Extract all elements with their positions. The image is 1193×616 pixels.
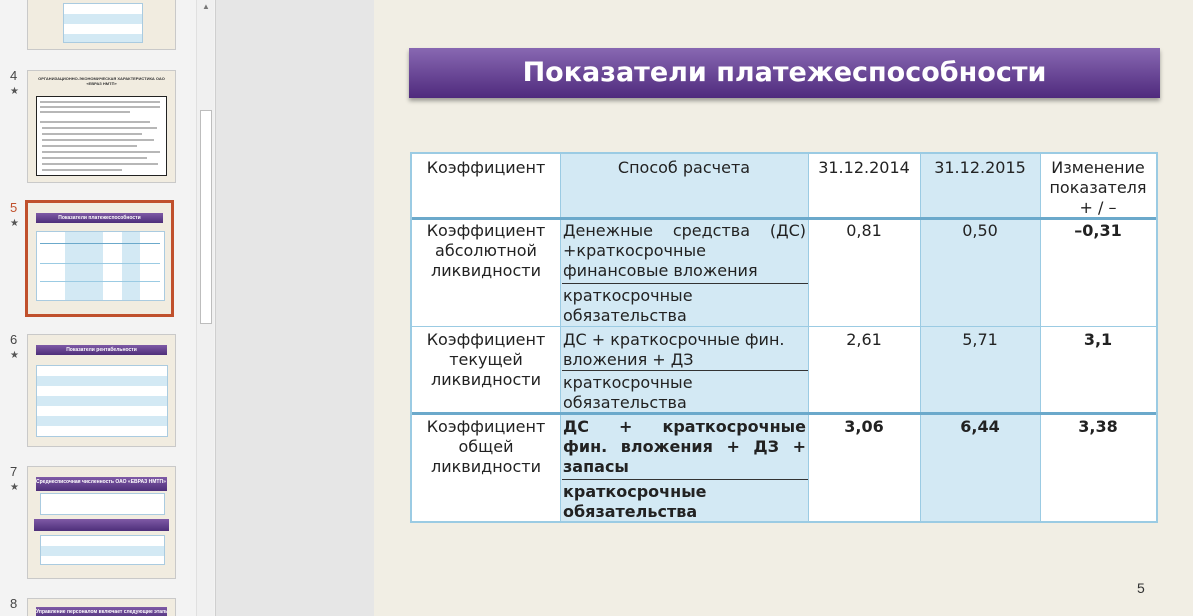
mini-table [40, 535, 165, 565]
slide-thumbnail-4[interactable]: ОРГАНИЗАЦИОННО-ЭКОНОМИЧЕСКАЯ ХАРАКТЕРИСТ… [27, 70, 176, 183]
text-line [42, 139, 154, 141]
value-2015: 0,50 [962, 221, 998, 240]
scrollbar-thumb[interactable] [200, 110, 212, 324]
animation-star-icon: ★ [10, 86, 19, 97]
text-line [42, 157, 147, 159]
formula-denominator: краткосрочные обязательства [563, 286, 693, 325]
row-divider [412, 326, 1156, 327]
thumbnail-title: Показатели платежеспособности [36, 213, 163, 223]
formula-numerator: Денежные средства (ДС) +краткосрочные фи… [563, 221, 806, 280]
slide-thumbnail-pane: 4 ★ ОРГАНИЗАЦИОННО-ЭКОНОМИЧЕСКАЯ ХАРАКТЕ… [0, 0, 215, 616]
data-table[interactable]: Коэффициент Способ расчета 31.12.2014 31… [410, 152, 1158, 523]
thumbnail-number: 4 [10, 68, 18, 83]
formula-numerator: ДС + краткосрочные фин. вложения + ДЗ + … [563, 417, 806, 476]
value-2014: 3,06 [844, 417, 884, 436]
animation-star-icon: ★ [10, 218, 19, 229]
text-line [40, 101, 160, 103]
text-line [42, 133, 142, 135]
value-2014: 2,61 [846, 330, 882, 349]
fraction-line [562, 479, 808, 480]
row-name: Коэффициент общей ликвидности [426, 417, 546, 476]
text-line [40, 111, 130, 113]
thumbnail-title: ОРГАНИЗАЦИОННО-ЭКОНОМИЧЕСКАЯ ХАРАКТЕРИСТ… [38, 76, 165, 86]
text-line [40, 106, 160, 108]
text-line [42, 169, 122, 171]
powerpoint-editor: 4 ★ ОРГАНИЗАЦИОННО-ЭКОНОМИЧЕСКАЯ ХАРАКТЕ… [0, 0, 1193, 616]
row-name: Коэффициент текущей ликвидности [426, 330, 546, 389]
thumbnail-title: Показатели рентабельности [36, 345, 167, 355]
fraction-line [562, 283, 808, 284]
text-line [40, 281, 160, 282]
fraction-line [562, 370, 808, 371]
value-change: –0,31 [1074, 221, 1122, 240]
animation-star-icon: ★ [10, 350, 19, 361]
slide-canvas[interactable]: Показатели платежеспособности Коэффициен… [374, 0, 1193, 616]
slide-thumbnail-8[interactable]: Управление персоналом включает следующие… [27, 598, 176, 616]
text-line [42, 145, 137, 147]
scroll-up-arrow-icon[interactable]: ▲ [202, 2, 210, 11]
title-bar: Показатели платежеспособности [409, 48, 1160, 98]
value-change: 3,38 [1078, 417, 1118, 436]
text-line [42, 127, 157, 129]
value-2015: 5,71 [962, 330, 998, 349]
mini-table [40, 493, 165, 515]
mini-table [36, 365, 168, 437]
pane-divider [215, 0, 373, 616]
formula-denominator: краткосрочные обязательства [563, 373, 693, 412]
header-2015: 31.12.2015 [934, 158, 1026, 177]
animation-star-icon: ★ [10, 482, 19, 493]
header-change: Изменение показателя + / – [1049, 158, 1147, 217]
value-2015: 6,44 [960, 417, 1000, 436]
text-line [40, 243, 160, 244]
text-line [40, 121, 150, 123]
text-line [42, 163, 158, 165]
formula-denominator: краткосрочные обязательства [563, 482, 707, 521]
thumbnail-scrollbar[interactable]: ▲ [196, 0, 214, 616]
thumbnail-number: 5 [10, 200, 18, 215]
text-line [42, 151, 160, 153]
column-divider [560, 154, 561, 521]
slide-thumbnail-3[interactable] [27, 0, 176, 50]
header-method: Способ расчета [617, 158, 751, 177]
slide-thumbnail-6[interactable]: Показатели рентабельности [27, 334, 176, 447]
value-2014: 0,81 [846, 221, 882, 240]
mini-table [63, 3, 143, 43]
thumbnail-title: Среднесписочная численность ОАО «ЕВРАЗ Н… [36, 477, 167, 491]
slide-thumbnail-5[interactable]: Показатели платежеспособности [25, 200, 174, 317]
text-line [40, 263, 160, 264]
slide-number: 5 [1137, 580, 1145, 596]
thumbnail-number: 8 [10, 596, 18, 611]
header-coefficient: Коэффициент [426, 158, 546, 177]
formula-numerator: ДС + краткосрочные фин. вложения + ДЗ [563, 330, 785, 369]
mini-title-bar-2 [34, 519, 169, 531]
row-name: Коэффициент абсолютной ликвидности [426, 221, 546, 280]
header-2014: 31.12.2014 [818, 158, 910, 177]
thumbnail-title: Управление персоналом включает следующие… [36, 607, 167, 616]
thumbnail-number: 7 [10, 464, 18, 479]
thumbnail-number: 6 [10, 332, 18, 347]
slide-thumbnail-7[interactable]: Среднесписочная численность ОАО «ЕВРАЗ Н… [27, 466, 176, 579]
slide-title[interactable]: Показатели платежеспособности [409, 57, 1160, 88]
value-change: 3,1 [1083, 330, 1113, 349]
